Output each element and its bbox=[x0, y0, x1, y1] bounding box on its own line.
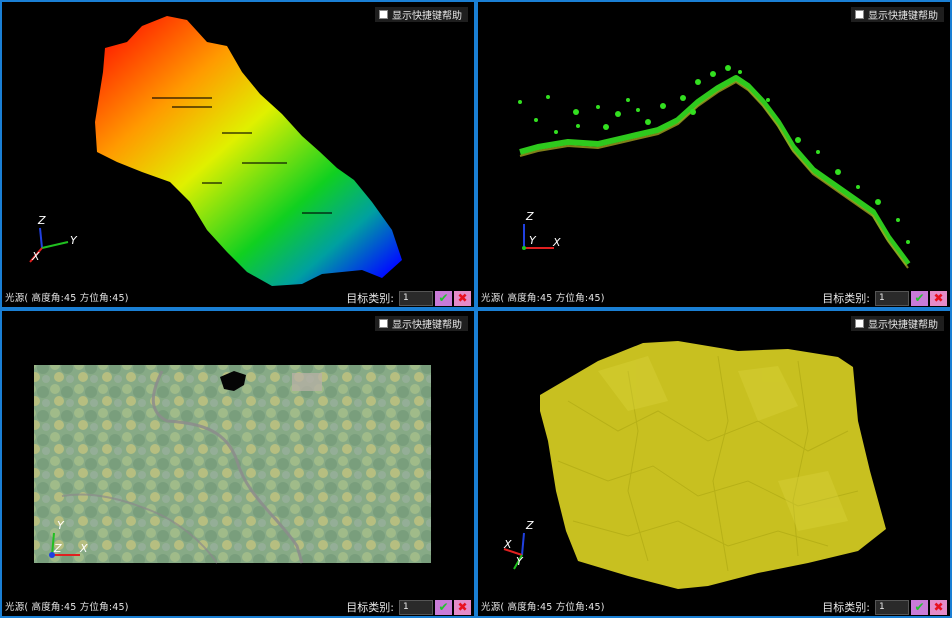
shortcut-help-label: 显示快捷键帮助 bbox=[392, 320, 462, 331]
target-class-input[interactable]: 1 bbox=[875, 290, 909, 306]
svg-text:X: X bbox=[79, 542, 88, 555]
svg-text:X: X bbox=[503, 538, 512, 551]
target-class-input[interactable]: 1 bbox=[875, 599, 909, 615]
confirm-button[interactable]: ✔ bbox=[435, 290, 452, 306]
shortcut-help-toggle[interactable]: 显示快捷键帮助 bbox=[851, 7, 944, 22]
shortcut-help-label: 显示快捷键帮助 bbox=[868, 11, 938, 22]
profile-view-scene[interactable]: Z Y X bbox=[478, 2, 950, 307]
svg-text:Y: Y bbox=[516, 555, 524, 568]
pointcloud-elevation-scene[interactable]: Z Y X bbox=[2, 2, 474, 307]
light-source-info: 光源( 高度角:45 方位角:45) bbox=[5, 293, 129, 304]
cancel-button[interactable]: ✖ bbox=[930, 290, 947, 306]
confirm-button[interactable]: ✔ bbox=[911, 290, 928, 306]
svg-text:Z: Z bbox=[525, 210, 534, 223]
axis-gizmo: Z Y X bbox=[522, 210, 561, 250]
shortcut-help-label: 显示快捷键帮助 bbox=[392, 11, 462, 22]
target-class-bar: 目标类别: 1 ✔ ✖ bbox=[822, 290, 947, 306]
confirm-button[interactable]: ✔ bbox=[911, 599, 928, 615]
axis-y-label: Y bbox=[70, 234, 78, 247]
target-class-bar: 目标类别: 1 ✔ ✖ bbox=[822, 599, 947, 615]
surface-mesh-scene[interactable]: Z X Y bbox=[478, 311, 950, 616]
svg-text:Y: Y bbox=[529, 234, 537, 247]
axis-z-label: Z bbox=[37, 214, 46, 227]
checkbox-icon[interactable] bbox=[855, 10, 864, 19]
target-class-label: 目标类别: bbox=[822, 292, 870, 305]
cancel-button[interactable]: ✖ bbox=[930, 599, 947, 615]
light-source-info: 光源( 高度角:45 方位角:45) bbox=[5, 602, 129, 613]
target-class-input[interactable]: 1 bbox=[399, 290, 433, 306]
light-source-info: 光源( 高度角:45 方位角:45) bbox=[481, 293, 605, 304]
checkbox-icon[interactable] bbox=[855, 319, 864, 328]
viewport-surface-mesh[interactable]: Z X Y 显示快捷键帮助 光源( 高度角:45 方位角:45) 目标类别: 1… bbox=[476, 309, 952, 618]
target-class-bar: 目标类别: 1 ✔ ✖ bbox=[346, 290, 471, 306]
confirm-button[interactable]: ✔ bbox=[435, 599, 452, 615]
svg-text:Z: Z bbox=[53, 542, 62, 555]
viewport-pointcloud-elevation[interactable]: Z Y X 显示快捷键帮助 光源( 高度角:45 方位角:45) 目标类别: 1… bbox=[0, 0, 476, 309]
target-class-label: 目标类别: bbox=[822, 601, 870, 614]
light-source-info: 光源( 高度角:45 方位角:45) bbox=[481, 602, 605, 613]
axis-gizmo: Z X Y bbox=[503, 519, 534, 570]
checkbox-icon[interactable] bbox=[379, 319, 388, 328]
orthophoto-scene[interactable]: Y Z X bbox=[2, 311, 474, 616]
svg-text:Z: Z bbox=[525, 519, 534, 532]
shortcut-help-toggle[interactable]: 显示快捷键帮助 bbox=[375, 316, 468, 331]
target-class-input[interactable]: 1 bbox=[399, 599, 433, 615]
axis-x-label: X bbox=[31, 250, 40, 263]
target-class-label: 目标类别: bbox=[346, 292, 394, 305]
target-class-bar: 目标类别: 1 ✔ ✖ bbox=[346, 599, 471, 615]
viewport-profile-view[interactable]: Z Y X 显示快捷键帮助 光源( 高度角:45 方位角:45) 目标类别: 1… bbox=[476, 0, 952, 309]
target-class-label: 目标类别: bbox=[346, 601, 394, 614]
shortcut-help-toggle[interactable]: 显示快捷键帮助 bbox=[375, 7, 468, 22]
svg-text:X: X bbox=[552, 236, 561, 249]
shortcut-help-label: 显示快捷键帮助 bbox=[868, 320, 938, 331]
shortcut-help-toggle[interactable]: 显示快捷键帮助 bbox=[851, 316, 944, 331]
checkbox-icon[interactable] bbox=[379, 10, 388, 19]
surface-mesh bbox=[540, 341, 886, 589]
viewport-orthophoto[interactable]: Y Z X 显示快捷键帮助 光源( 高度角:45 方位角:45) 目标类别: 1… bbox=[0, 309, 476, 618]
cancel-button[interactable]: ✖ bbox=[454, 599, 471, 615]
cancel-button[interactable]: ✖ bbox=[454, 290, 471, 306]
axis-gizmo: Z Y X bbox=[29, 214, 78, 263]
